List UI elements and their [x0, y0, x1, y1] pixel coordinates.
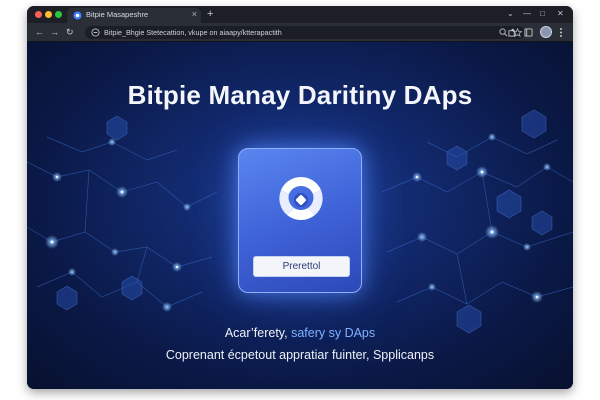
minimize-window-dot[interactable]: [45, 11, 52, 18]
page-title: Bitpie Manay Daritiny DAps: [127, 80, 473, 110]
tab-search-icon[interactable]: [524, 28, 533, 37]
browser-tab-active[interactable]: Bitpie Masapeshre ×: [67, 8, 201, 23]
tab-strip: Bitpie Masapeshre × + ⌄ — □ ✕: [27, 6, 573, 23]
tagline-text: Acar’ferety,: [224, 326, 292, 340]
back-button[interactable]: ←: [35, 26, 44, 38]
new-tab-button[interactable]: +: [207, 7, 213, 21]
bitpie-logo-icon: [279, 177, 323, 221]
tab-close-icon[interactable]: ×: [192, 9, 197, 20]
browser-window: Bitpie Masapeshre × + ⌄ — □ ✕ ← → ↻ Bitp…: [27, 6, 573, 389]
close-window-dot[interactable]: [35, 11, 42, 18]
minimize-icon[interactable]: —: [523, 8, 531, 20]
tab-list-chevron-icon[interactable]: ⌄: [507, 8, 514, 20]
tagline-highlight: safery sy DAps: [291, 326, 376, 340]
tagline: Acar’ferety, safery sy DAps: [27, 326, 573, 340]
bitpie-favicon-icon: [73, 11, 82, 20]
site-info-icon[interactable]: [91, 28, 100, 37]
app-card: Prerettol: [238, 148, 362, 293]
extensions-icon[interactable]: [508, 28, 517, 37]
reload-button[interactable]: ↻: [66, 26, 74, 38]
zoom-icon[interactable]: [499, 28, 508, 37]
primary-action-button[interactable]: Prerettol: [253, 256, 350, 277]
close-icon[interactable]: ✕: [557, 8, 564, 20]
page-content: Bitpie Manay Daritiny DAps Prerettol Aca…: [27, 42, 573, 389]
tab-title: Bitpie Masapeshre: [86, 10, 149, 19]
maximize-window-dot[interactable]: [55, 11, 62, 18]
browser-toolbar: ← → ↻ Bitpie_Bhgie Stetecattion, vkupe o…: [27, 23, 573, 42]
forward-button[interactable]: →: [50, 26, 59, 38]
subtitle: Coprenant écpetout appratiar fuinter, Sp…: [165, 348, 435, 362]
address-bar[interactable]: Bitpie_Bhgie Stetecattion, vkupe on aiaa…: [85, 26, 525, 39]
profile-avatar[interactable]: [540, 26, 552, 38]
menu-icon[interactable]: [559, 27, 563, 38]
address-bar-url: Bitpie_Bhgie Stetecattion, vkupe on aiaa…: [104, 28, 282, 37]
maximize-icon[interactable]: □: [540, 8, 545, 20]
